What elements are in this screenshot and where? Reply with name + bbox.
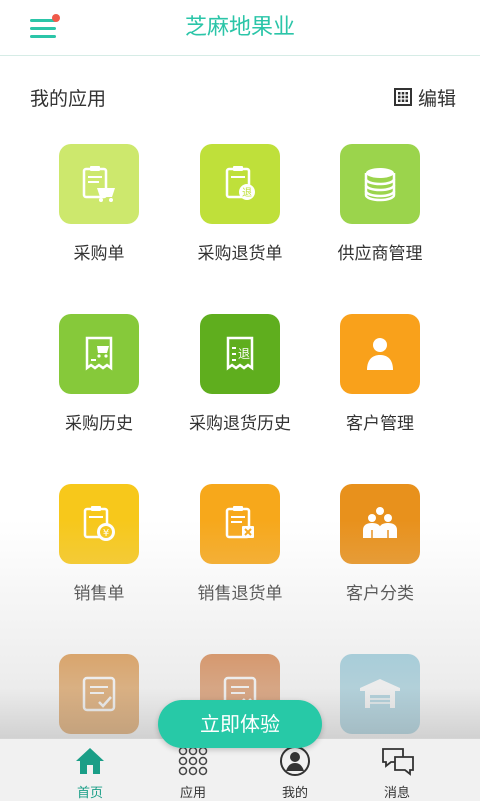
app-tile-supplier[interactable]: 供应商管理 <box>310 144 450 274</box>
purchase-return-history-icon: 退 <box>200 314 280 394</box>
app-label: 销售退货单 <box>197 584 283 604</box>
tab-home[interactable]: 首页 <box>40 739 140 801</box>
svg-text:¥: ¥ <box>103 528 109 539</box>
app-header: 芝麻地果业 <box>0 0 480 56</box>
customer-group-icon <box>340 484 420 564</box>
app-label: 采购退货历史 <box>189 414 291 434</box>
edit-label: 编辑 <box>417 87 456 110</box>
sales-return-icon <box>200 484 280 564</box>
app-tile-purchase-return-history[interactable]: 退 采购退货历史 <box>170 314 310 444</box>
tab-messages[interactable]: 消息 <box>347 739 447 801</box>
grid-edit-icon <box>393 88 412 106</box>
tab-label: 我的 <box>281 786 308 801</box>
app-title: 芝麻地果业 <box>184 15 295 40</box>
supplier-database-icon <box>340 144 420 224</box>
profile-icon <box>280 746 310 776</box>
checklist-icon <box>59 654 139 734</box>
purchase-order-icon <box>59 144 139 224</box>
tab-label: 首页 <box>76 786 103 801</box>
tab-label: 消息 <box>383 786 410 801</box>
section-title: 我的应用 <box>30 88 107 110</box>
app-tile-purchase-history[interactable]: 采购历史 <box>29 314 169 444</box>
customer-person-icon <box>340 314 420 394</box>
edit-button[interactable]: 编辑 <box>393 84 456 110</box>
apps-grid-icon <box>178 746 208 776</box>
app-tile-customer-management[interactable]: 客户管理 <box>310 314 450 444</box>
app-label: 客户分类 <box>346 584 414 604</box>
tab-mine[interactable]: 我的 <box>245 739 345 801</box>
app-label: 销售单 <box>73 584 125 604</box>
tab-apps[interactable]: 应用 <box>143 739 243 801</box>
app-tile-customer-category[interactable]: 客户分类 <box>310 484 450 614</box>
warehouse-icon <box>340 654 420 734</box>
app-label: 采购退货单 <box>197 244 283 264</box>
try-now-button[interactable]: 立即体验 <box>158 700 322 748</box>
app-tile-sales-return[interactable]: 销售退货单 <box>170 484 310 614</box>
app-label: 采购历史 <box>65 414 133 434</box>
app-tile-sales-order[interactable]: ¥ 销售单 <box>29 484 169 614</box>
sales-order-icon: ¥ <box>59 484 139 564</box>
svg-text:退: 退 <box>238 347 250 361</box>
tab-label: 应用 <box>179 786 206 801</box>
svg-text:退: 退 <box>242 187 252 199</box>
app-label: 客户管理 <box>346 414 414 434</box>
home-icon <box>76 748 104 774</box>
app-tile-purchase-order[interactable]: 采购单 <box>29 144 169 274</box>
app-label: 供应商管理 <box>337 244 423 264</box>
purchase-history-icon <box>59 314 139 394</box>
app-label: 采购单 <box>73 244 125 264</box>
app-tile-purchase-return[interactable]: 退 采购退货单 <box>170 144 310 274</box>
chat-bubbles-icon <box>382 748 414 776</box>
purchase-return-icon: 退 <box>200 144 280 224</box>
